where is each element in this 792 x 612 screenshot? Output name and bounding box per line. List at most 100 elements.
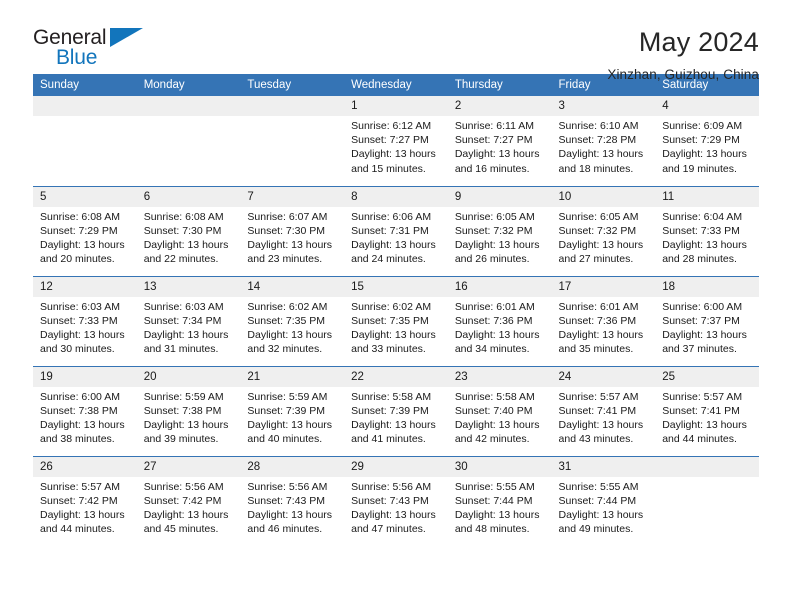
sunrise-text: Sunrise: 5:57 AM: [40, 480, 120, 493]
sunrise-text: Sunrise: 5:57 AM: [662, 390, 743, 403]
calendar-cell[interactable]: 16 Sunrise: 6:01 AM Sunset: 7:36 PM Dayligh…: [447, 275, 552, 366]
day-number: 31: [551, 456, 656, 477]
day-number: 21: [240, 366, 345, 387]
sunset-text: Sunset: 7:40 PM: [454, 404, 533, 417]
calendar-cell[interactable]: 1 Sunrise: 6:12 AM Sunset: 7:27 PM Daylight…: [344, 96, 448, 186]
calendar-cell[interactable]: 31 Sunrise: 5:55 AM Sunset: 7:44 PM Dayligh…: [551, 455, 656, 546]
daylight-text: Daylight: 13 hours and 45 minutes.: [143, 508, 229, 536]
calendar-cell[interactable]: 14 Sunrise: 6:02 AM Sunset: 7:35 PM Dayligh…: [240, 275, 345, 366]
daylight-text: Daylight: 13 hours and 49 minutes.: [558, 508, 644, 536]
calendar-cell[interactable]: 27 Sunrise: 5:56 AM Sunset: 7:42 PM Dayligh…: [136, 455, 241, 546]
sunset-text: Sunset: 7:39 PM: [351, 404, 429, 417]
sunrise-text: Sunrise: 6:08 AM: [40, 210, 120, 223]
triangle-flag-icon: [110, 28, 143, 47]
day-number: 25: [655, 366, 759, 387]
daylight-text: Daylight: 13 hours and 27 minutes.: [558, 238, 644, 266]
sunrise-text: Sunrise: 6:02 AM: [247, 300, 328, 313]
day-number: 16: [447, 276, 552, 297]
daylight-text: Daylight: 13 hours and 47 minutes.: [351, 508, 436, 536]
day-number: 30: [447, 456, 552, 477]
sunset-text: Sunset: 7:38 PM: [40, 404, 118, 417]
day-details: Sunrise: 6:04 AM Sunset: 7:33 PM Daylight:…: [655, 207, 759, 267]
daylight-text: Daylight: 13 hours and 33 minutes.: [351, 328, 436, 356]
day-details: Sunrise: 6:09 AM Sunset: 7:29 PM Daylight:…: [655, 116, 759, 176]
day-details: Sunrise: 6:00 AM Sunset: 7:38 PM Daylight:…: [33, 387, 137, 447]
day-number: [655, 456, 759, 477]
daylight-text: Daylight: 13 hours and 34 minutes.: [454, 328, 540, 356]
sunrise-text: Sunrise: 6:05 AM: [454, 210, 535, 223]
calendar-cell[interactable]: 18 Sunrise: 6:00 AM Sunset: 7:37 PM Dayligh…: [655, 275, 759, 366]
calendar-cell[interactable]: 25 Sunrise: 5:57 AM Sunset: 7:41 PM Dayligh…: [655, 365, 759, 456]
sunrise-text: Sunrise: 6:11 AM: [454, 120, 534, 132]
calendar-cell[interactable]: 17 Sunrise: 6:01 AM Sunset: 7:36 PM Dayligh…: [551, 275, 656, 366]
calendar-week-row: 1 Sunrise: 6:12 AM Sunset: 7:27 PM Daylight…: [33, 96, 759, 186]
sunrise-text: Sunrise: 6:09 AM: [662, 120, 743, 132]
day-number: 13: [136, 276, 241, 297]
sunset-text: Sunset: 7:43 PM: [247, 494, 326, 507]
page-title: May 2024: [638, 27, 759, 57]
calendar-cell[interactable]: 24 Sunrise: 5:57 AM Sunset: 7:41 PM Dayligh…: [551, 365, 656, 456]
calendar-page: General Blue May 2024 Xinzhan, Guizhou, …: [0, 0, 792, 612]
calendar-cell[interactable]: 28 Sunrise: 5:56 AM Sunset: 7:43 PM Dayligh…: [240, 455, 345, 546]
calendar-cell[interactable]: 15 Sunrise: 6:02 AM Sunset: 7:35 PM Dayligh…: [344, 275, 448, 366]
day-details: Sunrise: 6:10 AM Sunset: 7:28 PM Daylight:…: [552, 116, 656, 176]
sunset-text: Sunset: 7:42 PM: [40, 494, 118, 507]
calendar-cell[interactable]: 6 Sunrise: 6:08 AM Sunset: 7:30 PM Daylight…: [136, 185, 241, 276]
calendar-cell[interactable]: 19 Sunrise: 6:00 AM Sunset: 7:38 PM Dayligh…: [33, 365, 137, 456]
calendar-cell-empty: [136, 96, 241, 186]
calendar-table: Sunday Monday Tuesday Wednesday Thursday…: [33, 74, 759, 546]
day-number: 5: [33, 186, 137, 207]
calendar-cell[interactable]: 29 Sunrise: 5:56 AM Sunset: 7:43 PM Dayligh…: [344, 455, 448, 546]
sunset-text: Sunset: 7:37 PM: [662, 314, 740, 327]
daylight-text: Daylight: 13 hours and 44 minutes.: [40, 508, 125, 536]
daylight-text: Daylight: 13 hours and 41 minutes.: [351, 418, 436, 446]
calendar-cell[interactable]: 5 Sunrise: 6:08 AM Sunset: 7:29 PM Daylight…: [33, 185, 137, 276]
daylight-text: Daylight: 13 hours and 16 minutes.: [454, 148, 540, 175]
calendar-cell[interactable]: 3 Sunrise: 6:10 AM Sunset: 7:28 PM Daylight…: [551, 96, 656, 186]
calendar-cell[interactable]: 13 Sunrise: 6:03 AM Sunset: 7:34 PM Dayligh…: [136, 275, 241, 366]
calendar-cell[interactable]: 26 Sunrise: 5:57 AM Sunset: 7:42 PM Dayligh…: [33, 455, 137, 546]
calendar-cell[interactable]: 4 Sunrise: 6:09 AM Sunset: 7:29 PM Daylight…: [655, 96, 759, 186]
daylight-text: Daylight: 13 hours and 37 minutes.: [662, 328, 747, 356]
sunrise-text: Sunrise: 5:55 AM: [454, 480, 535, 493]
calendar-week-row: 12 Sunrise: 6:03 AM Sunset: 7:33 PM Dayligh…: [33, 275, 759, 366]
sunrise-text: Sunrise: 6:00 AM: [40, 390, 120, 403]
sunset-text: Sunset: 7:38 PM: [143, 404, 222, 417]
calendar-cell[interactable]: 23 Sunrise: 5:58 AM Sunset: 7:40 PM Dayligh…: [447, 365, 552, 456]
sunset-text: Sunset: 7:29 PM: [662, 134, 740, 147]
sunrise-text: Sunrise: 5:58 AM: [351, 390, 432, 403]
daylight-text: Daylight: 13 hours and 30 minutes.: [40, 328, 125, 356]
calendar-cell[interactable]: 11 Sunrise: 6:04 AM Sunset: 7:33 PM Dayligh…: [655, 185, 759, 276]
daylight-text: Daylight: 13 hours and 19 minutes.: [662, 148, 747, 175]
calendar-cell[interactable]: 9 Sunrise: 6:05 AM Sunset: 7:32 PM Daylight…: [447, 185, 552, 276]
calendar-cell[interactable]: 10 Sunrise: 6:05 AM Sunset: 7:32 PM Dayligh…: [551, 185, 656, 276]
calendar-cell[interactable]: 12 Sunrise: 6:03 AM Sunset: 7:33 PM Dayligh…: [33, 275, 137, 366]
calendar-cell[interactable]: 7 Sunrise: 6:07 AM Sunset: 7:30 PM Daylight…: [240, 185, 345, 276]
day-details: Sunrise: 5:57 AM Sunset: 7:42 PM Daylight:…: [33, 477, 137, 537]
calendar-cell[interactable]: 22 Sunrise: 5:58 AM Sunset: 7:39 PM Dayligh…: [344, 365, 448, 456]
day-details: Sunrise: 5:59 AM Sunset: 7:38 PM Daylight:…: [137, 387, 241, 447]
sunrise-text: Sunrise: 6:08 AM: [143, 210, 224, 223]
day-number: 17: [551, 276, 656, 297]
day-details: Sunrise: 5:56 AM Sunset: 7:43 PM Daylight:…: [344, 477, 448, 537]
calendar-cell[interactable]: 30 Sunrise: 5:55 AM Sunset: 7:44 PM Dayligh…: [447, 455, 552, 546]
calendar-cell[interactable]: 8 Sunrise: 6:06 AM Sunset: 7:31 PM Daylight…: [344, 185, 448, 276]
day-number: 7: [240, 186, 345, 207]
day-number: 12: [33, 276, 137, 297]
weekday-header-monday: Monday: [136, 74, 241, 96]
daylight-text: Daylight: 13 hours and 38 minutes.: [40, 418, 125, 446]
calendar-week-row: 26 Sunrise: 5:57 AM Sunset: 7:42 PM Dayligh…: [33, 455, 759, 546]
calendar-cell[interactable]: 2 Sunrise: 6:11 AM Sunset: 7:27 PM Daylight…: [447, 96, 552, 186]
day-details: Sunrise: 6:07 AM Sunset: 7:30 PM Daylight:…: [240, 207, 344, 267]
day-number: 8: [344, 186, 448, 207]
day-details: Sunrise: 5:56 AM Sunset: 7:43 PM Daylight:…: [240, 477, 344, 537]
weekday-header-thursday: Thursday: [447, 74, 552, 96]
day-number: 23: [447, 366, 552, 387]
sunset-text: Sunset: 7:35 PM: [351, 314, 429, 327]
calendar-cell[interactable]: 20 Sunrise: 5:59 AM Sunset: 7:38 PM Dayligh…: [136, 365, 241, 456]
day-number: 20: [136, 366, 241, 387]
daylight-text: Daylight: 13 hours and 46 minutes.: [247, 508, 333, 536]
calendar-cell[interactable]: 21 Sunrise: 5:59 AM Sunset: 7:39 PM Dayligh…: [240, 365, 345, 456]
general-blue-logo: General Blue: [33, 26, 148, 72]
sunrise-text: Sunrise: 5:56 AM: [247, 480, 328, 493]
